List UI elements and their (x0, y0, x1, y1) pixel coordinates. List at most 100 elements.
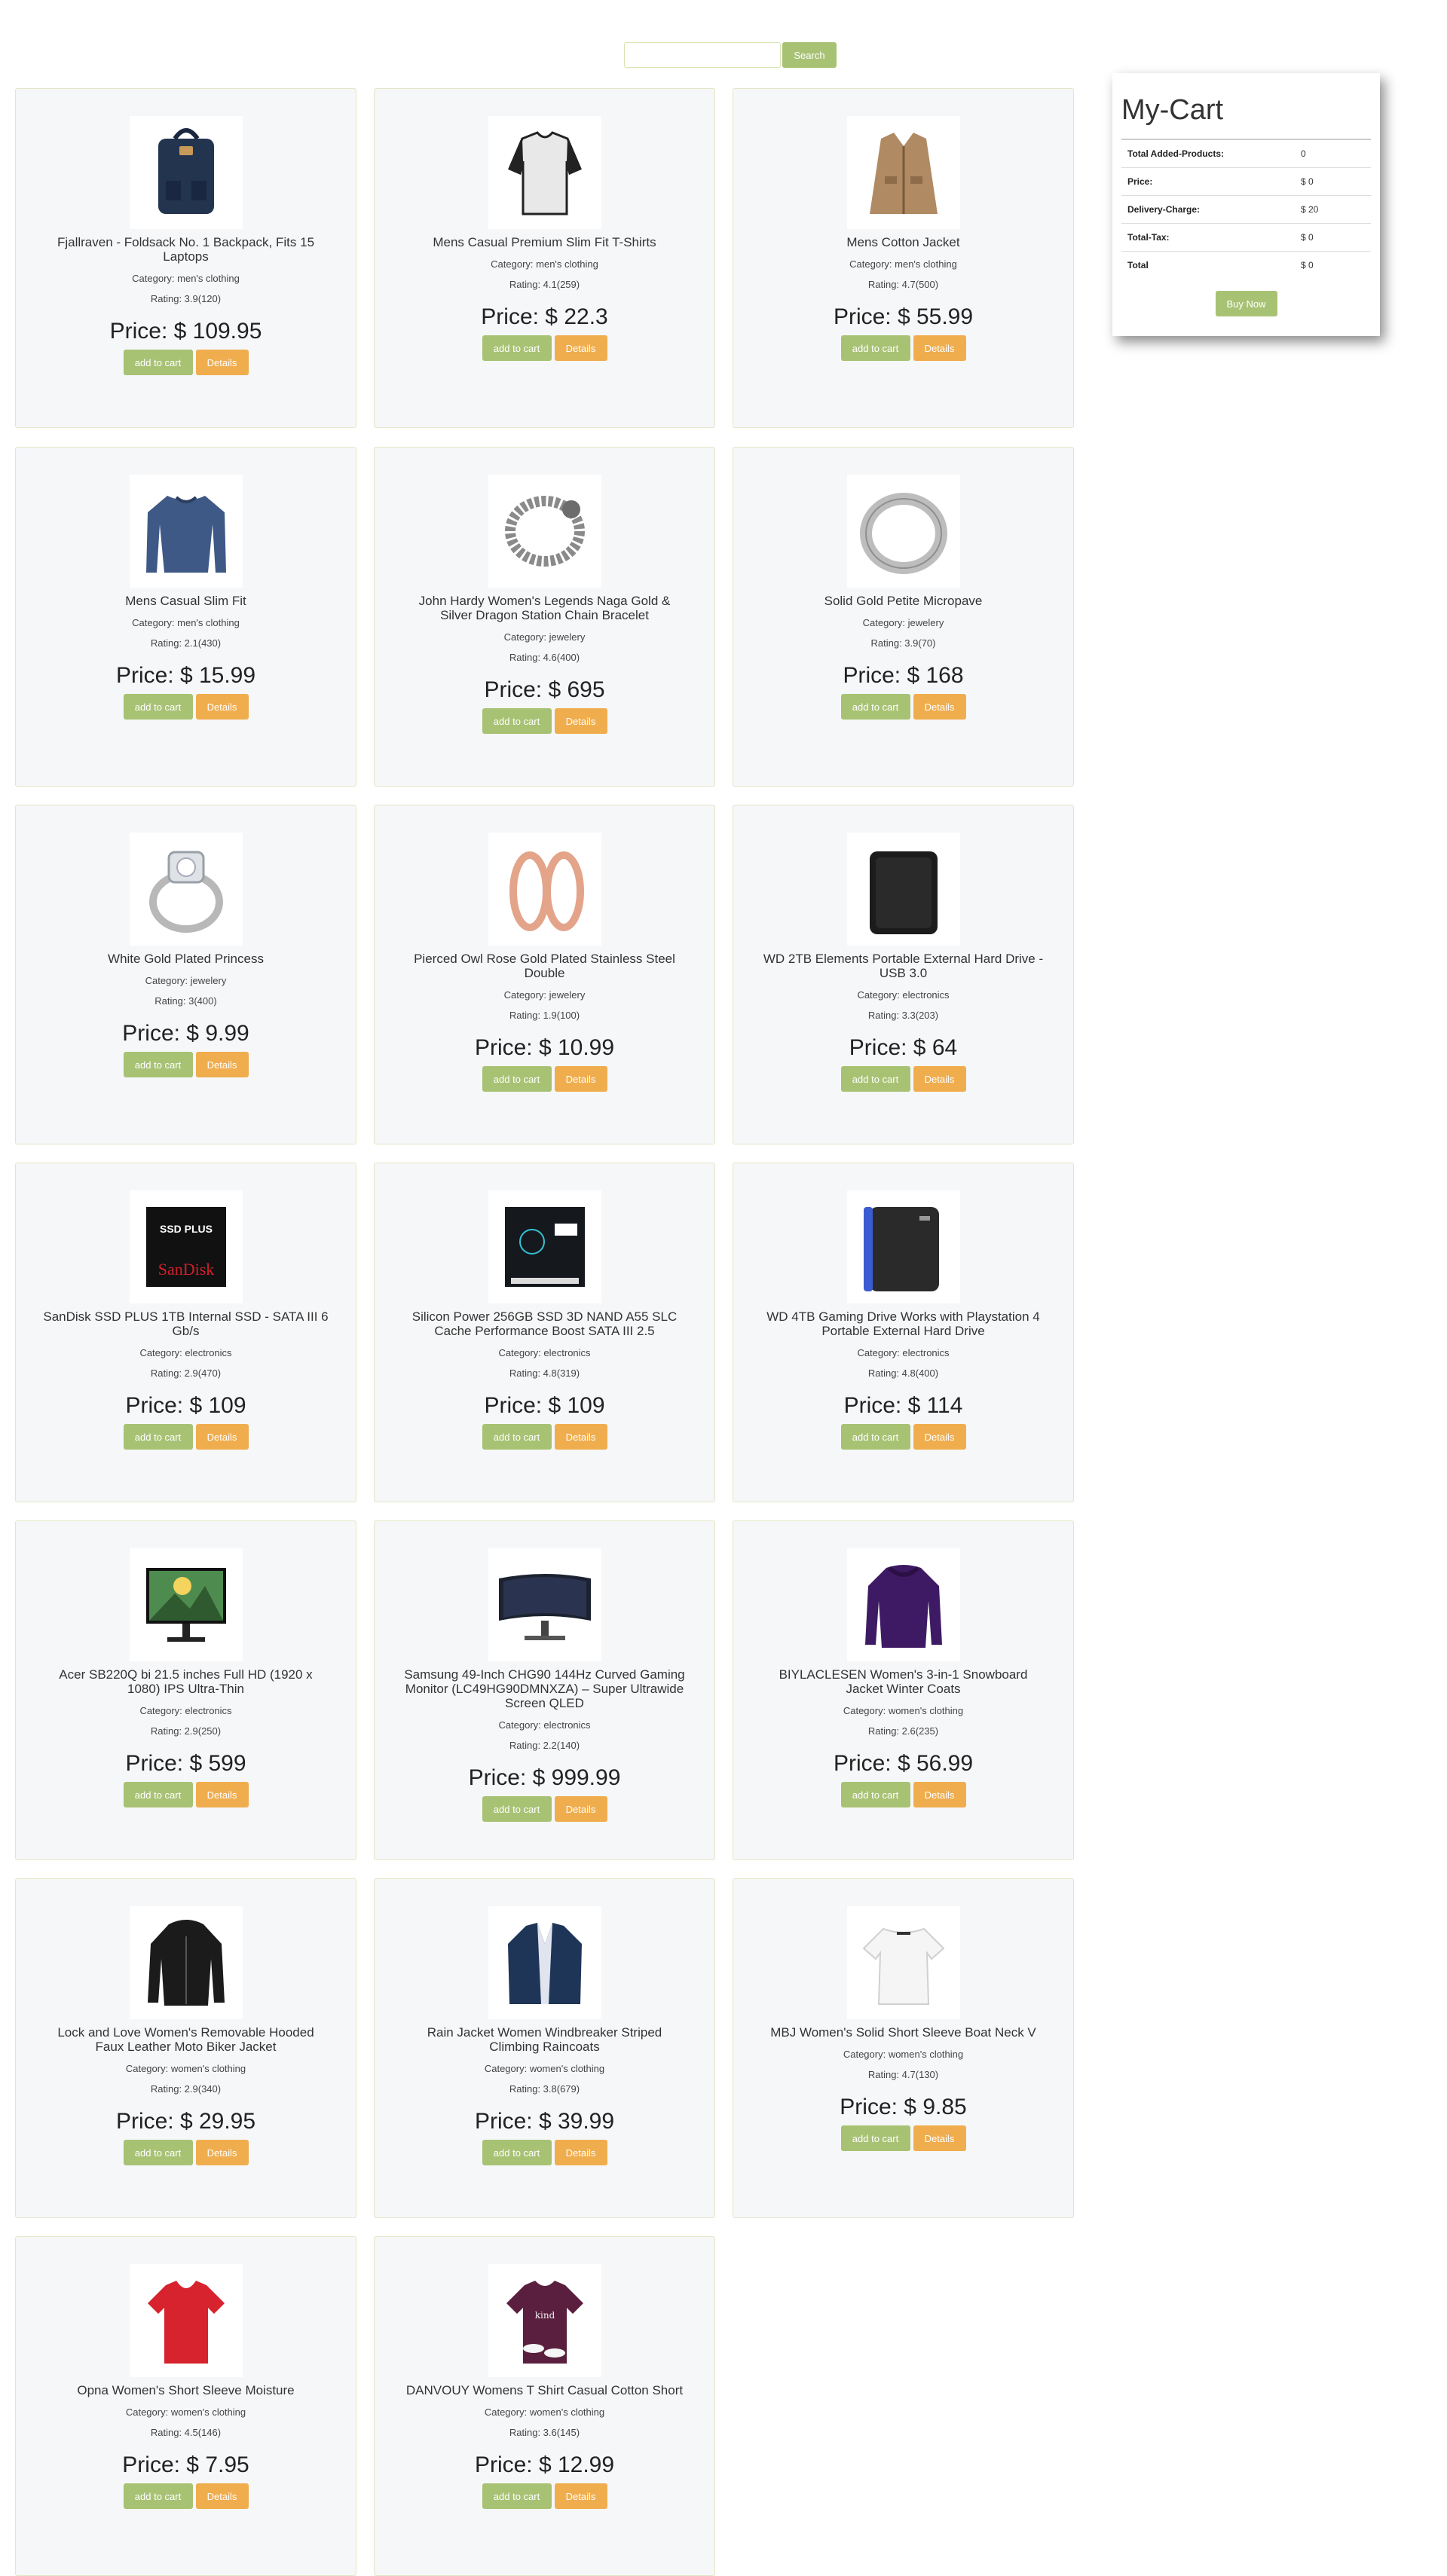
tshirt-icon (488, 116, 601, 229)
add-to-cart-button[interactable]: add to cart (123, 350, 193, 375)
details-button[interactable]: Details (554, 2140, 607, 2165)
search-input[interactable] (624, 42, 781, 68)
add-to-cart-button[interactable]: add to cart (840, 1066, 910, 1092)
card-actions: add to cart Details (375, 1424, 714, 1450)
add-to-cart-button[interactable]: add to cart (840, 2125, 910, 2151)
product-rating: Rating: 2.9(340) (150, 2083, 222, 2095)
details-button[interactable]: Details (913, 694, 966, 720)
monitor-icon (129, 1548, 243, 1661)
add-to-cart-button[interactable]: add to cart (482, 1066, 552, 1092)
card-actions: add to cart Details (375, 335, 714, 361)
add-to-cart-button[interactable]: add to cart (482, 1796, 552, 1822)
cart-row-added: Total Added-Products: 0 (1121, 139, 1371, 167)
cart-label: Total (1127, 260, 1149, 270)
card-actions: add to cart Details (375, 1796, 714, 1822)
product-rating: Rating: 3.8(679) (509, 2083, 580, 2095)
card-actions: add to cart Details (16, 694, 356, 720)
details-button[interactable]: Details (195, 2483, 249, 2509)
rain-jacket-icon (488, 1906, 601, 2019)
details-button[interactable]: Details (195, 1052, 249, 1077)
details-button[interactable]: Details (913, 1424, 966, 1450)
details-button[interactable]: Details (195, 694, 249, 720)
card-actions: add to cart Details (375, 2483, 714, 2509)
add-to-cart-button[interactable]: add to cart (123, 694, 193, 720)
product-rating: Rating: 4.8(400) (867, 1367, 939, 1379)
add-to-cart-button[interactable]: add to cart (840, 1424, 910, 1450)
details-button[interactable]: Details (554, 1066, 607, 1092)
card-body: WD 2TB Elements Portable External Hard D… (733, 805, 1073, 1092)
details-button[interactable]: Details (554, 2483, 607, 2509)
details-button[interactable]: Details (195, 1424, 249, 1450)
product-category: Category: women's clothing (125, 2406, 246, 2418)
card-actions: add to cart Details (733, 2125, 1073, 2151)
product-price: Price: $ 695 (484, 677, 605, 702)
product-category: Category: jewelery (145, 975, 227, 986)
product-rating: Rating: 3.6(145) (509, 2427, 580, 2438)
backpack-icon (129, 116, 243, 229)
card-body: John Hardy Women's Legends Naga Gold & S… (375, 448, 714, 734)
details-button[interactable]: Details (195, 2140, 249, 2165)
svg-text:SanDisk: SanDisk (158, 1260, 214, 1279)
details-button[interactable]: Details (913, 1782, 966, 1807)
product-rating: Rating: 3.9(120) (150, 293, 222, 304)
add-to-cart-button[interactable]: add to cart (123, 1052, 193, 1077)
details-button[interactable]: Details (913, 335, 966, 361)
details-button[interactable]: Details (195, 1782, 249, 1807)
card-actions: add to cart Details (16, 1052, 356, 1077)
details-button[interactable]: Details (913, 2125, 966, 2151)
details-button[interactable]: Details (195, 350, 249, 375)
product-card: John Hardy Women's Legends Naga Gold & S… (374, 447, 715, 787)
hard-drive-icon (846, 833, 960, 946)
product-category: Category: women's clothing (484, 2406, 605, 2418)
card-body: Acer SB220Q bi 21.5 inches Full HD (1920… (16, 1521, 356, 1807)
add-to-cart-button[interactable]: add to cart (123, 1424, 193, 1450)
details-button[interactable]: Details (554, 335, 607, 361)
add-to-cart-button[interactable]: add to cart (123, 1782, 193, 1807)
add-to-cart-button[interactable]: add to cart (840, 335, 910, 361)
add-to-cart-button[interactable]: add to cart (482, 335, 552, 361)
add-to-cart-button[interactable]: add to cart (123, 2483, 193, 2509)
product-category: Category: women's clothing (843, 2049, 964, 2060)
details-button[interactable]: Details (554, 1424, 607, 1450)
details-button[interactable]: Details (913, 1066, 966, 1092)
product-title: Rain Jacket Women Windbreaker Striped Cl… (427, 2025, 662, 2054)
card-body: SSD PLUS SanDisk SanDisk SSD PLUS 1TB Inte… (16, 1163, 356, 1450)
product-price: Price: $ 29.95 (115, 2109, 256, 2134)
bracelet-icon (488, 475, 601, 588)
card-body: Samsung 49-Inch CHG90 144Hz Curved Gamin… (375, 1521, 714, 1822)
card-body: kind DANVOUY Womens T Shirt Casual Cotton… (375, 2237, 714, 2509)
cart-label: Total-Tax: (1127, 232, 1170, 243)
add-to-cart-button[interactable]: add to cart (482, 2483, 552, 2509)
card-actions: add to cart Details (16, 350, 356, 375)
details-button[interactable]: Details (554, 708, 607, 734)
product-price: Price: $ 9.85 (840, 2095, 967, 2119)
card-body: Pierced Owl Rose Gold Plated Stainless S… (375, 805, 714, 1092)
card-actions: add to cart Details (375, 708, 714, 734)
product-rating: Rating: 4.7(130) (867, 2069, 939, 2080)
product-price: Price: $ 114 (843, 1393, 963, 1418)
add-to-cart-button[interactable]: add to cart (482, 2140, 552, 2165)
red-tshirt-icon (129, 2264, 243, 2377)
add-to-cart-button[interactable]: add to cart (840, 694, 910, 720)
product-title: MBJ Women's Solid Short Sleeve Boat Neck… (770, 2025, 1036, 2040)
details-button[interactable]: Details (554, 1796, 607, 1822)
search-button[interactable]: Search (782, 42, 837, 68)
add-to-cart-button[interactable]: add to cart (482, 708, 552, 734)
add-to-cart-button[interactable]: add to cart (482, 1424, 552, 1450)
add-to-cart-button[interactable]: add to cart (123, 2140, 193, 2165)
product-card: Silicon Power 256GB SSD 3D NAND A55 SLC … (374, 1163, 715, 1502)
card-actions: add to cart Details (733, 335, 1073, 361)
purple-tshirt-icon: kind (488, 2264, 601, 2377)
ssd-silicon-icon (488, 1190, 601, 1303)
cart-value: $ 20 (1301, 204, 1319, 215)
ring-icon (846, 475, 960, 588)
product-title: Samsung 49-Inch CHG90 144Hz Curved Gamin… (404, 1667, 685, 1710)
product-rating: Rating: 2.1(430) (150, 637, 222, 649)
add-to-cart-button[interactable]: add to cart (840, 1782, 910, 1807)
buy-now-button[interactable]: Buy Now (1215, 291, 1277, 316)
product-category: Category: women's clothing (843, 1705, 964, 1716)
product-rating: Rating: 2.2(140) (509, 1740, 580, 1751)
tshirt-icon (488, 116, 601, 229)
product-card: Mens Cotton Jacket Category: men's clothi… (733, 88, 1074, 428)
product-card: Rain Jacket Women Windbreaker Striped Cl… (374, 1878, 715, 2218)
